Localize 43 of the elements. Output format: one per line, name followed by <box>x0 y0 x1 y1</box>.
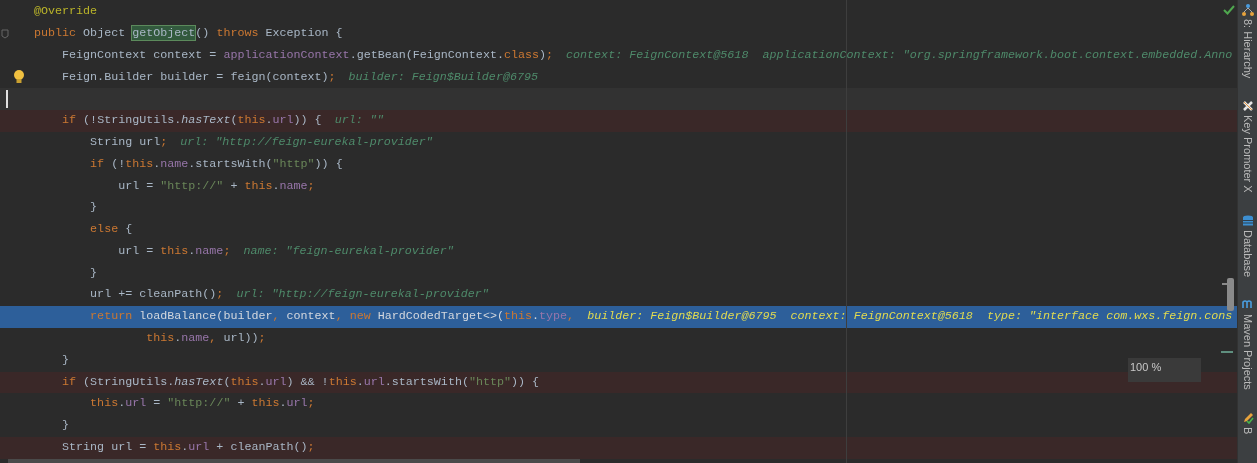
tool-window-tab[interactable]: Database <box>1239 214 1256 278</box>
code-line: return loadBalance(builder, context, new HardCodedTarget<>(this.type, <box>89 308 575 326</box>
inline-debug-value: url: "" <box>334 112 384 130</box>
code-line: this.url = "http://" + this.url; <box>89 395 315 413</box>
database-icon <box>1241 214 1254 227</box>
code-line: FeignContext context = applicationContext.getBean(FeignContext.class); <box>61 46 554 64</box>
fold-icon[interactable] <box>1 28 9 39</box>
code-line: String url; <box>89 133 168 151</box>
code-line: } <box>61 351 70 369</box>
inline-debug-value: name: "feign-eurekal-provider" <box>243 242 454 260</box>
inline-debug-value: builder: Feign$Builder@6795 context: FeignContext@5618 type: "interface com.wxs.feign.cons <box>587 308 1233 326</box>
inline-debug-value: context: FeignContext@5618 applicationContext: "org.springframework.boot.context.embedded.Anno <box>566 46 1233 64</box>
lightbulb-icon[interactable] <box>13 69 25 86</box>
code-line: url = this.name; <box>117 242 231 260</box>
check-icon <box>1223 5 1235 15</box>
code-line: @Override <box>34 3 98 21</box>
hierarchy-icon <box>1241 4 1254 16</box>
pencil-icon <box>1241 411 1254 424</box>
zoom-level-popup: 100 % <box>1128 358 1201 382</box>
tool-window-tab[interactable]: B <box>1239 411 1256 435</box>
code-line: this.name, url)); <box>145 330 266 348</box>
code-line: } <box>61 417 70 435</box>
code-line: } <box>89 264 98 282</box>
code-line: else { <box>89 221 133 239</box>
inline-debug-value: builder: Feign$Builder@6795 <box>348 68 538 86</box>
code-line: Feign.Builder builder = feign(context); <box>61 68 336 86</box>
text-cursor <box>6 90 8 109</box>
scrollbar-thumb[interactable] <box>1227 278 1234 311</box>
cross-icon <box>1241 100 1254 113</box>
code-line: url += cleanPath(); <box>89 286 224 304</box>
code-line: if (!StringUtils.hasText(this.url)) { <box>61 112 322 130</box>
tool-window-tab[interactable]: Maven Projects <box>1239 299 1256 390</box>
inline-debug-value: url: "http://feign-eurekal-provider" <box>236 286 489 304</box>
code-line: } <box>89 199 98 217</box>
code-line: url = "http://" + this.name; <box>117 177 315 195</box>
inline-debug-value: url: "http://feign-eurekal-provider" <box>180 133 433 151</box>
code-line: String url = this.url + cleanPath(); <box>61 439 315 457</box>
code-line: public Object getObject() throws Exception { <box>34 24 343 42</box>
horizontal-scrollbar[interactable] <box>8 459 580 463</box>
code-line: if (StringUtils.hasText(this.url) && !this.url.startsWith("http")) { <box>61 373 540 391</box>
code-line: if (!this.name.startsWith("http")) { <box>89 155 343 173</box>
tool-window-tab[interactable]: Key Promoter X <box>1239 100 1256 193</box>
tool-window-tab[interactable]: 8: Hierarchy <box>1239 4 1256 79</box>
